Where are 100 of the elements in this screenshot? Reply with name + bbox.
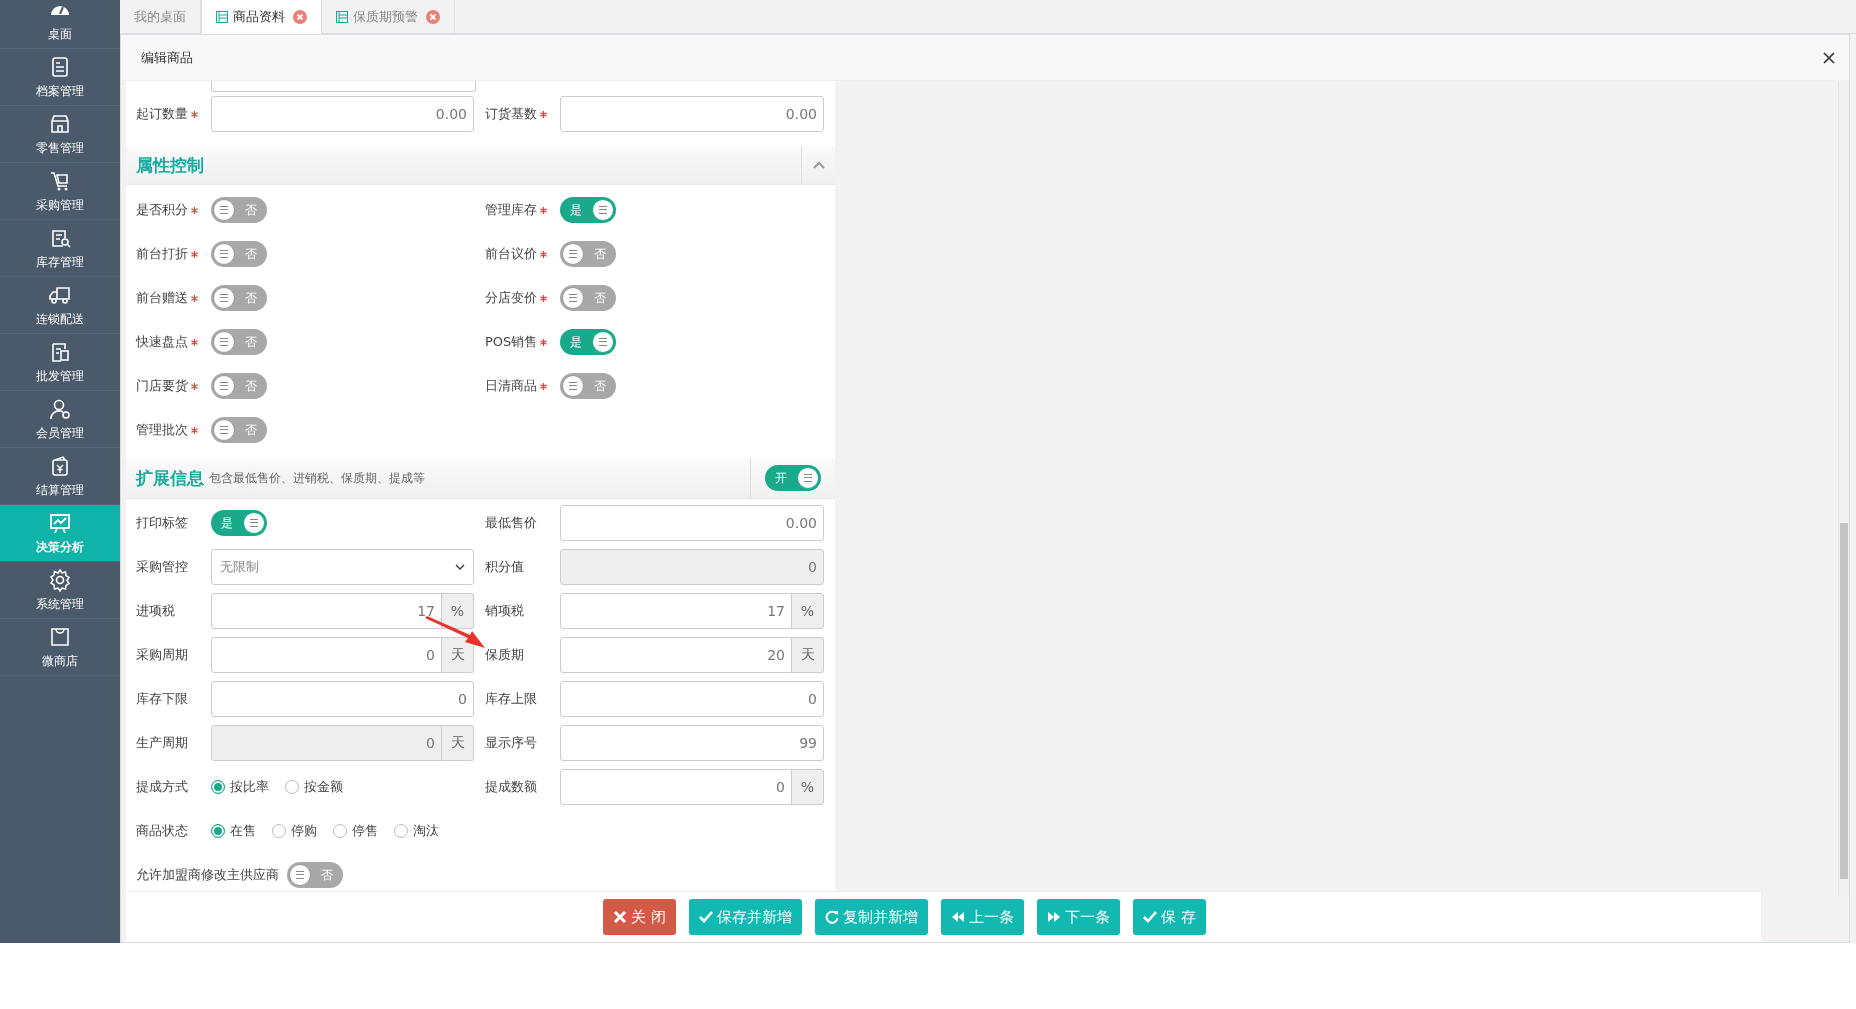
input-field[interactable]: 0 — [211, 637, 442, 673]
field-label: 销项税 — [485, 602, 524, 620]
input-field[interactable]: 17 — [560, 593, 792, 629]
refresh-icon — [824, 910, 839, 924]
double-left-icon — [950, 910, 965, 924]
radio-label[interactable]: 按比率 — [230, 778, 269, 796]
action-button[interactable]: 下一条 — [1036, 899, 1120, 935]
toggle-switch[interactable]: 开 — [765, 465, 821, 491]
radio-button[interactable] — [285, 780, 299, 794]
action-button[interactable]: 保 存 — [1132, 899, 1206, 935]
field-label: 门店要货 — [136, 377, 188, 395]
section-title: 属性控制 — [136, 153, 204, 177]
toggle-switch[interactable]: 否 — [560, 285, 616, 311]
action-button[interactable]: 复制并新增 — [814, 899, 928, 935]
field-label: 管理批次 — [136, 421, 188, 439]
field-label: 库存下限 — [136, 690, 188, 708]
toggle-switch[interactable]: 否 — [560, 241, 616, 267]
field-label: 最低售价 — [485, 514, 537, 532]
chevron-up-icon — [812, 161, 825, 169]
toggle-switch[interactable]: 否 — [287, 862, 343, 888]
input-field[interactable]: 0.00 — [560, 96, 824, 132]
tab[interactable]: 保质期预警 — [322, 0, 455, 33]
radio-label[interactable]: 停购 — [291, 822, 317, 840]
unit-label: % — [792, 593, 824, 629]
toggle-switch[interactable]: 是 — [211, 510, 267, 536]
close-icon[interactable] — [293, 10, 307, 24]
select-field[interactable]: 无限制 — [211, 549, 474, 585]
field-label: 快速盘点 — [136, 333, 188, 351]
input-field[interactable]: 0 — [211, 681, 474, 717]
radio-button[interactable] — [333, 824, 347, 838]
close-icon[interactable] — [426, 9, 440, 24]
field-label: 打印标签 — [136, 514, 188, 532]
toggle-switch[interactable]: 否 — [211, 373, 267, 399]
input-field[interactable]: 0 — [560, 681, 824, 717]
field-label: 起订数量 — [136, 105, 188, 123]
section-title: 扩展信息 — [136, 466, 204, 490]
check-icon — [1142, 910, 1157, 924]
toggle-switch[interactable]: 否 — [211, 241, 267, 267]
input-field[interactable]: 20 — [560, 637, 792, 673]
field-label: 生产周期 — [136, 734, 188, 752]
toggle-switch[interactable]: 是 — [560, 329, 616, 355]
close-icon — [613, 910, 627, 924]
action-button[interactable]: 上一条 — [940, 899, 1024, 935]
input-field[interactable]: 0 — [560, 769, 792, 805]
input-field[interactable] — [211, 81, 476, 92]
field-label: 订货基数 — [485, 105, 537, 123]
radio-button[interactable] — [272, 824, 286, 838]
double-right-icon — [1046, 910, 1061, 924]
field-label: 管理库存 — [485, 201, 537, 219]
unit-label: % — [792, 769, 824, 805]
radio-button[interactable] — [211, 824, 225, 838]
caret-icon — [455, 564, 465, 570]
field-label: 进项税 — [136, 602, 175, 620]
radio-button[interactable] — [211, 780, 225, 794]
unit-label: 天 — [442, 637, 474, 673]
radio-label[interactable]: 停售 — [352, 822, 378, 840]
field-label: 显示序号 — [485, 734, 537, 752]
toggle-switch[interactable]: 否 — [211, 417, 267, 443]
field-label: 采购周期 — [136, 646, 188, 664]
scrollbar[interactable] — [1838, 81, 1849, 896]
radio-label[interactable]: 按金额 — [304, 778, 343, 796]
field-label: 提成方式 — [136, 778, 188, 796]
toggle-switch[interactable]: 否 — [211, 285, 267, 311]
radio-label[interactable]: 淘汰 — [413, 822, 439, 840]
toggle-switch[interactable]: 否 — [211, 329, 267, 355]
toggle-switch[interactable]: 否 — [211, 197, 267, 223]
field-label: 提成数额 — [485, 778, 537, 796]
radio-button[interactable] — [394, 824, 408, 838]
field-label: 库存上限 — [485, 690, 537, 708]
input-field[interactable]: 99 — [560, 725, 824, 761]
field-label: 允许加盟商修改主供应商 — [136, 866, 279, 884]
radio-label[interactable]: 在售 — [230, 822, 256, 840]
field-label: POS销售 — [485, 333, 538, 351]
action-button[interactable]: 保存并新增 — [688, 899, 802, 935]
gear-icon — [48, 567, 72, 592]
field-label: 前台打折 — [136, 245, 188, 263]
unit-label: 天 — [442, 725, 474, 761]
field-label: 商品状态 — [136, 822, 188, 840]
table-icon — [336, 10, 348, 23]
input-field[interactable]: 17 — [211, 593, 442, 629]
toggle-switch[interactable]: 否 — [560, 373, 616, 399]
dialog-title: 编辑商品 — [141, 48, 193, 67]
field-label: 保质期 — [485, 646, 524, 664]
table-icon — [216, 11, 228, 23]
section-subtitle: 包含最低售价、进销税、保质期、提成等 — [209, 469, 425, 487]
unit-label: % — [442, 593, 474, 629]
field-label: 采购管控 — [136, 558, 188, 576]
check-icon — [698, 910, 713, 924]
field-label: 前台赠送 — [136, 289, 188, 307]
unit-label: 天 — [792, 637, 824, 673]
field-label: 前台议价 — [485, 245, 537, 263]
action-button[interactable]: 关 闭 — [603, 899, 676, 935]
field-label: 是否积分 — [136, 201, 188, 219]
close-icon — [1822, 50, 1836, 65]
toggle-switch[interactable]: 是 — [560, 197, 616, 223]
input-field[interactable]: 0.00 — [211, 96, 474, 132]
input-field[interactable]: 0.00 — [560, 505, 824, 541]
tab[interactable]: 商品资料 — [201, 0, 322, 34]
field-label: 日清商品 — [485, 377, 537, 395]
sidebar-item[interactable]: 决策分析 — [0, 505, 120, 562]
